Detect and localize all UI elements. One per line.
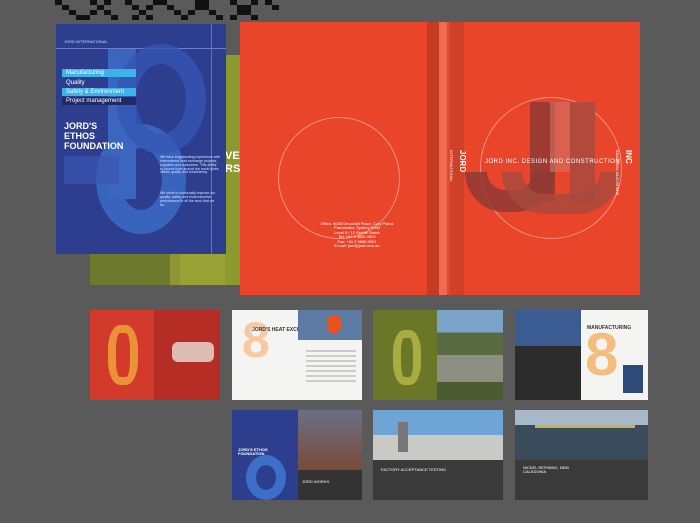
pixel-square — [153, 0, 160, 5]
thumb-title-works: JORD WORKS — [302, 479, 330, 484]
thumb-heat-exchangers[interactable]: 8 JORD'S HEAT EXCHANGERS — [232, 310, 362, 400]
thumb-title-acceptance: FACTORY ACCEPTANCE TESTING — [381, 467, 446, 472]
brochure-showcase: { "blue_cover": { "header": "JORD INTERN… — [0, 0, 700, 523]
pixel-square — [132, 15, 139, 20]
red-folder-spread: Office: 6000 Devonhill Place, Cory Plain… — [240, 22, 640, 295]
pixel-square — [125, 0, 132, 5]
pixel-square — [195, 5, 202, 10]
pixel-square — [160, 0, 167, 5]
menu-item-safety[interactable]: Safety & Environment — [62, 88, 136, 96]
pixel-square — [251, 0, 258, 5]
right-spine-title: INC — [624, 150, 633, 164]
pixel-square — [230, 15, 237, 20]
thumb-title-manufacturing: MANUFACTURING — [587, 325, 632, 331]
pixel-square — [90, 10, 97, 15]
thumb-title-nickel: NICKEL REFINING, NEW CALEDONIA — [523, 465, 570, 475]
pixel-square — [69, 10, 76, 15]
pixel-square — [167, 5, 174, 10]
pixel-square — [237, 10, 244, 15]
pixel-square — [104, 10, 111, 15]
menu-item-project[interactable]: Project management — [62, 97, 136, 105]
spine-subtitle: INTERNATIONAL — [449, 150, 454, 182]
contact-block: Office: 6000 Devonhill Place, Cory Plain… — [302, 221, 412, 248]
menu-item-manufacturing[interactable]: Manufacturing — [62, 69, 136, 77]
spine-title: JORD — [458, 150, 467, 173]
pixel-square — [209, 10, 216, 15]
blue-cover-page: JORD INTERNATIONAL Manufacturing Quality… — [56, 24, 226, 254]
pixel-square — [272, 5, 279, 10]
pixel-square — [132, 5, 139, 10]
right-spine-subtitle: INDUSTRIAL INNOVATIONS — [615, 150, 619, 196]
pixel-square — [76, 15, 83, 20]
pixel-square — [230, 0, 237, 5]
pixel-square — [104, 0, 111, 5]
thumb-acceptance[interactable]: FACTORY ACCEPTANCE TESTING — [373, 410, 503, 500]
pixel-square — [265, 0, 272, 5]
pixel-square — [97, 5, 104, 10]
pixel-square — [139, 10, 146, 15]
pixel-square — [181, 15, 188, 20]
pixel-square — [55, 0, 62, 5]
world-map-icon — [172, 342, 214, 362]
pixel-pattern — [55, 0, 285, 22]
pixel-square — [90, 0, 97, 5]
thumb-manufacturing[interactable]: 8 MANUFACTURING — [515, 310, 648, 400]
cover-body-1: We have longstanding experience with int… — [160, 155, 220, 175]
thumb-green-site[interactable] — [373, 310, 503, 400]
pixel-square — [251, 15, 258, 20]
pixel-square — [174, 10, 181, 15]
pixel-square — [111, 15, 118, 20]
thumb-nickel[interactable]: NICKEL REFINING, NEW CALEDONIA — [515, 410, 648, 500]
tagline: JORD INC. DESIGN AND CONSTRUCTION — [485, 159, 621, 165]
cover-title-3: FOUNDATION — [64, 141, 124, 151]
pixel-square — [188, 10, 195, 15]
pixel-square — [146, 15, 153, 20]
pixel-square — [202, 5, 209, 10]
thumb-title-ethos: JORD'S ETHOS FOUNDATION — [238, 447, 268, 457]
cover-body-2: We strive to continually improve our qua… — [160, 191, 216, 207]
contact-line-6: E-mail: jord@jord.com.au — [334, 242, 380, 248]
pixel-square — [216, 15, 223, 20]
pixel-square — [83, 15, 90, 20]
thumb-ethos-red[interactable] — [90, 310, 220, 400]
pixel-square — [62, 5, 69, 10]
cover-header: JORD INTERNATIONAL — [64, 39, 108, 44]
green-title-2: RS — [225, 163, 241, 175]
thumb-ethos-blue[interactable]: JORD'S ETHOS FOUNDATION JORD WORKS — [232, 410, 362, 500]
menu-item-quality[interactable]: Quality — [62, 79, 126, 87]
pixel-square — [146, 5, 153, 10]
pixel-square — [244, 10, 251, 15]
